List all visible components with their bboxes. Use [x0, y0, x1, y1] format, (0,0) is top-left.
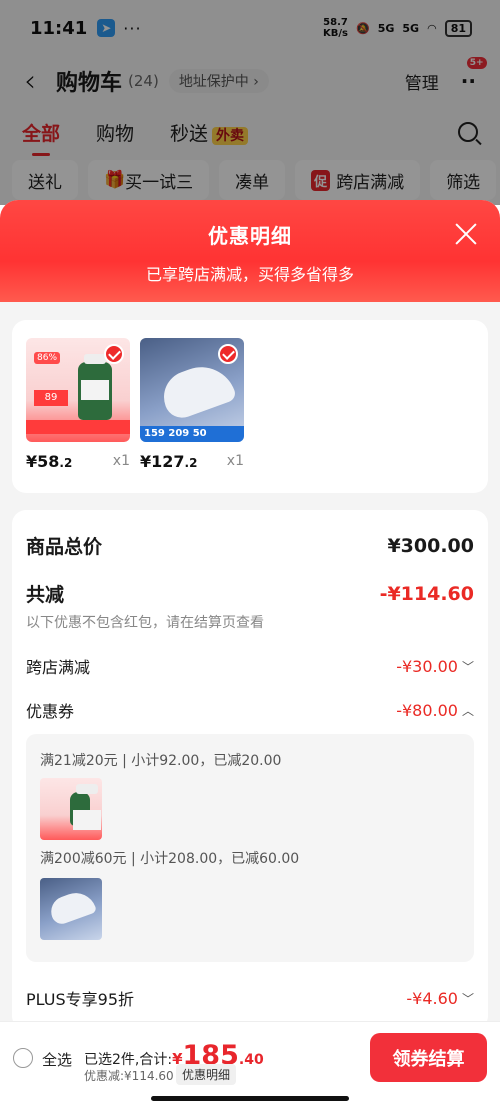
total-reduce-label: 共减: [26, 584, 65, 606]
home-indicator: [151, 1096, 349, 1101]
total-reduce-row: 共减 -¥114.60: [26, 580, 474, 607]
bottle-shape: [70, 784, 101, 830]
product-qty: x1: [112, 453, 130, 469]
plus-discount-label: PLUS专享95折: [26, 990, 134, 1009]
total-price-label: 商品总价: [26, 536, 103, 558]
total-price-value: ¥300.00: [387, 534, 474, 557]
product-item[interactable]: 86% 89 ¥58.2 x1: [26, 338, 130, 471]
image-promo-tag: 86%: [34, 352, 61, 364]
cross-store-label: 跨店满减: [26, 658, 91, 677]
chevron-down-icon: ﹀: [461, 659, 474, 674]
plus-discount-row: PLUS专享95折 -¥4.60 ﹀: [26, 986, 474, 1010]
coupon-thumb-shoe: [40, 878, 102, 940]
summary-card: 商品总价 ¥300.00 共减 -¥114.60 以下优惠不包含红包，请在结算页…: [12, 510, 488, 1030]
product-image-supplement: 86% 89: [26, 338, 130, 442]
coupon-row[interactable]: 优惠券 -¥80.00 ︿: [26, 698, 474, 722]
product-qty: x1: [226, 453, 244, 469]
coupon-value: -¥80.00: [396, 700, 458, 720]
shoe-shape: [156, 357, 238, 423]
product-image-shoe: 159 209 50: [140, 338, 244, 442]
products-card: 86% 89 ¥58.2 x1 159 209 50 ¥127.2 x1: [12, 320, 488, 493]
sheet-title: 优惠明细: [208, 224, 292, 248]
coupon-thumb-supplement: [40, 778, 102, 840]
cart-page-background: 11:41 ➤ ··· 58.7 KB/s 🔕 5G 5G ◠ 81 ‹ 购物车…: [0, 0, 500, 205]
dim-overlay[interactable]: [0, 0, 500, 205]
coupon-line: 满200减60元 | 小计208.00，已减60.00: [40, 851, 300, 867]
image-band: [26, 420, 130, 434]
plus-discount-value: -¥4.60: [406, 988, 458, 1008]
sheet-header: 优惠明细 已享跨店满减，买得多省得多: [0, 200, 500, 302]
bottle-shape: [78, 354, 112, 420]
coupon-line: 满21减20元 | 小计92.00，已减20.00: [40, 753, 282, 769]
image-price-tag: 89: [34, 390, 68, 406]
total-price-row: 商品总价 ¥300.00: [26, 532, 474, 559]
sheet-subtitle: 已享跨店满减，买得多省得多: [145, 265, 354, 284]
image-band: 159 209 50: [140, 426, 244, 442]
product-price: ¥127.2: [140, 452, 198, 471]
shoe-shape: [46, 887, 98, 927]
close-icon[interactable]: [454, 222, 478, 246]
discount-total: 优惠减:¥114.60: [84, 1069, 174, 1083]
discount-note: 以下优惠不包含红包，请在结算页查看: [26, 615, 264, 631]
selected-check-icon: [104, 344, 124, 364]
checkout-button[interactable]: 领券结算: [370, 1033, 487, 1082]
coupon-detail-box: 满21减20元 | 小计92.00，已减20.00 满200减60元 | 小计2…: [26, 734, 474, 962]
chevron-down-icon: ﹀: [461, 991, 474, 1006]
discount-detail-sheet: 优惠明细 已享跨店满减，买得多省得多 86% 89 ¥58.2 x1 159 2…: [0, 200, 500, 1111]
product-price: ¥58.2: [26, 452, 73, 471]
discount-detail-button[interactable]: 优惠明细: [176, 1064, 237, 1085]
product-item[interactable]: 159 209 50 ¥127.2 x1: [140, 338, 244, 471]
total-reduce-value: -¥114.60: [379, 582, 474, 605]
coupon-label: 优惠券: [26, 702, 75, 721]
select-all-label[interactable]: 全选: [42, 1049, 72, 1070]
cross-store-value: -¥30.00: [396, 656, 458, 676]
selected-check-icon: [218, 344, 238, 364]
chevron-up-icon: ︿: [461, 703, 474, 718]
cross-store-row[interactable]: 跨店满减 -¥30.00 ﹀: [26, 654, 474, 678]
select-all-radio[interactable]: [13, 1048, 33, 1068]
